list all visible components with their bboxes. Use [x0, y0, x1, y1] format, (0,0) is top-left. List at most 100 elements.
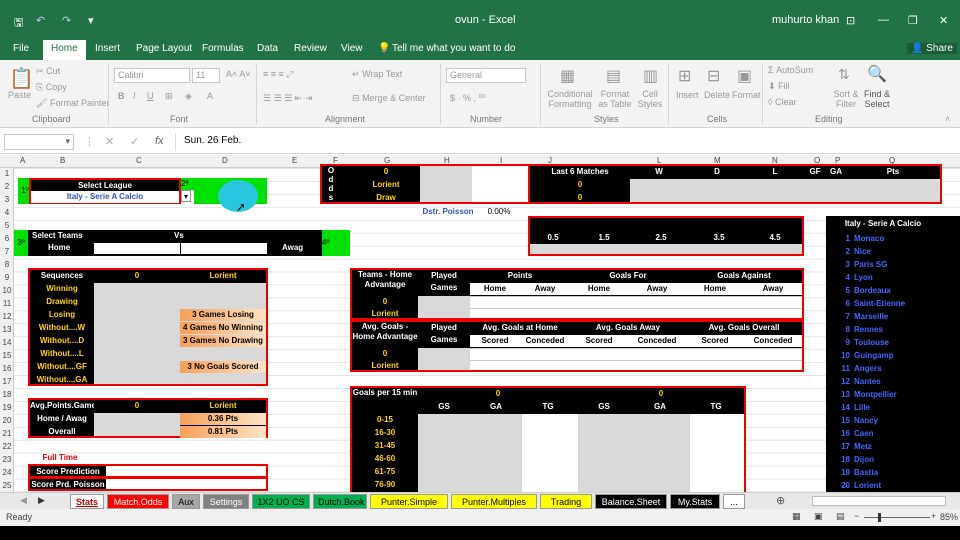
odds-value-cell[interactable]: [420, 166, 472, 202]
score-poisson-value[interactable]: [106, 479, 266, 489]
font-grow-icon[interactable]: A˄ A˅: [226, 69, 251, 79]
conditional-formatting-icon[interactable]: ▦: [560, 66, 575, 86]
paste-button[interactable]: Paste: [8, 90, 31, 100]
insert-cells-button[interactable]: Insert: [676, 90, 699, 100]
font-family-select[interactable]: Calibri: [114, 68, 190, 83]
number-format-select[interactable]: General: [446, 68, 526, 83]
row-header[interactable]: 15: [0, 351, 14, 360]
sheet-tab[interactable]: Stats: [70, 494, 104, 509]
restore-icon[interactable]: ❐: [908, 14, 918, 27]
align-top-icons[interactable]: ≡ ≡ ≡ ⤢: [263, 69, 293, 80]
row-header[interactable]: 13: [0, 325, 14, 334]
zoom-slider-thumb[interactable]: [878, 513, 881, 522]
row-header[interactable]: 17: [0, 377, 14, 386]
page-layout-icon[interactable]: ▣: [814, 511, 823, 522]
col-header[interactable]: A: [20, 156, 25, 165]
row-header[interactable]: 16: [0, 364, 14, 373]
row-header[interactable]: 2: [0, 182, 14, 191]
tab-file[interactable]: File: [13, 43, 29, 54]
sheet-tab[interactable]: Aux: [172, 494, 200, 509]
sort-filter-button[interactable]: Sort & Filter: [832, 89, 860, 109]
home-team-select[interactable]: [94, 243, 180, 254]
cut-button[interactable]: ✂ Cut: [36, 66, 60, 77]
tab-formulas[interactable]: Formulas: [202, 43, 244, 54]
user-name[interactable]: muhurto khan: [772, 14, 839, 26]
avg-values[interactable]: [470, 348, 802, 370]
format-table-icon[interactable]: ▤: [606, 66, 621, 86]
gp15-away-values[interactable]: [578, 414, 690, 492]
played-values[interactable]: [418, 348, 470, 370]
col-header[interactable]: B: [60, 156, 65, 165]
fill-button[interactable]: ⬇ Fill: [768, 81, 790, 92]
formula-input[interactable]: Sun. 26 Feb.: [175, 133, 960, 151]
zoom-level[interactable]: 85%: [940, 512, 958, 522]
sheet-tab[interactable]: ...: [723, 494, 745, 509]
scroll-right-icon[interactable]: ▶: [38, 495, 45, 506]
row-header[interactable]: 11: [0, 299, 14, 308]
row-header[interactable]: 6: [0, 234, 14, 243]
league-select[interactable]: Italy - Serie A Calcio: [31, 191, 179, 203]
row-header[interactable]: 9: [0, 273, 14, 282]
add-sheet-icon[interactable]: ⊕: [776, 494, 785, 507]
score-prediction-value[interactable]: [106, 466, 266, 476]
row-header[interactable]: 3: [0, 195, 14, 204]
gp15-home-values[interactable]: [418, 414, 522, 492]
italic-icon[interactable]: I: [133, 91, 136, 101]
minimize-icon[interactable]: —: [878, 14, 889, 26]
zoom-in-icon[interactable]: +: [931, 511, 936, 521]
delete-cells-button[interactable]: Delete: [704, 90, 730, 100]
row-header[interactable]: 19: [0, 403, 14, 412]
row-header[interactable]: 23: [0, 455, 14, 464]
tab-insert[interactable]: Insert: [95, 43, 120, 54]
league-dropdown-chevron-icon[interactable]: ▾: [181, 190, 191, 202]
cancel-icon[interactable]: ✕: [105, 135, 114, 148]
played-values[interactable]: [418, 296, 470, 318]
normal-view-icon[interactable]: ▦: [792, 511, 801, 522]
find-icon[interactable]: 🔍: [867, 64, 887, 84]
clear-button[interactable]: ◊ Clear: [768, 97, 796, 107]
scroll-left-icon[interactable]: ◀: [20, 495, 27, 506]
redo-icon[interactable]: ↷: [62, 14, 71, 27]
collapse-ribbon-icon[interactable]: ˄: [945, 114, 950, 124]
find-select-button[interactable]: Find & Select: [862, 89, 892, 109]
format-as-table-button[interactable]: Format as Table: [596, 89, 634, 109]
tab-data[interactable]: Data: [257, 43, 278, 54]
row-header[interactable]: 18: [0, 390, 14, 399]
row-header[interactable]: 14: [0, 338, 14, 347]
insert-cells-icon[interactable]: ⊞: [678, 66, 691, 86]
format-painter-button[interactable]: 🖌 Format Painter: [36, 98, 109, 109]
sheet-tab[interactable]: Punter.Multiples: [451, 494, 537, 509]
row-header[interactable]: 4: [0, 208, 14, 217]
share-button[interactable]: 👤 Share: [907, 43, 957, 54]
odds-input-cell[interactable]: [472, 166, 528, 202]
tab-review[interactable]: Review: [294, 43, 327, 54]
col-header[interactable]: C: [136, 156, 142, 165]
horizontal-scrollbar[interactable]: [812, 496, 946, 506]
tab-page-layout[interactable]: Page Layout: [136, 43, 192, 54]
sheet-tab[interactable]: Punter.Simple: [370, 494, 448, 509]
save-icon[interactable]: 🖫: [14, 14, 23, 33]
row-header[interactable]: 12: [0, 312, 14, 321]
format-cells-button[interactable]: Format: [732, 90, 761, 100]
row-header[interactable]: 1: [0, 169, 14, 178]
sheet-tab[interactable]: Trading: [540, 494, 592, 509]
teams-values[interactable]: [470, 296, 802, 318]
font-size-select[interactable]: 11: [192, 68, 220, 83]
close-icon[interactable]: ✕: [939, 14, 948, 27]
underline-icon[interactable]: U: [147, 91, 154, 101]
autosum-button[interactable]: Σ AutoSum: [768, 65, 813, 75]
wrap-text-button[interactable]: ↵ Wrap Text: [352, 69, 402, 80]
name-box[interactable]: ▾: [4, 134, 74, 150]
sort-filter-icon[interactable]: ⇅: [838, 66, 850, 83]
col-header[interactable]: D: [222, 156, 228, 165]
paste-icon[interactable]: 📋: [9, 66, 34, 91]
zoom-slider[interactable]: [864, 517, 930, 518]
number-format-icons[interactable]: $ · % , ⁰⁰: [450, 93, 486, 104]
row-header[interactable]: 10: [0, 286, 14, 295]
tell-me-box[interactable]: Tell me what you want to do: [392, 43, 515, 54]
col-header[interactable]: E: [292, 156, 297, 165]
tab-home[interactable]: Home: [43, 40, 86, 60]
row-header[interactable]: 21: [0, 429, 14, 438]
sheet-tab[interactable]: My.Stats: [670, 494, 720, 509]
fill-color-icon[interactable]: ◈: [185, 91, 192, 102]
